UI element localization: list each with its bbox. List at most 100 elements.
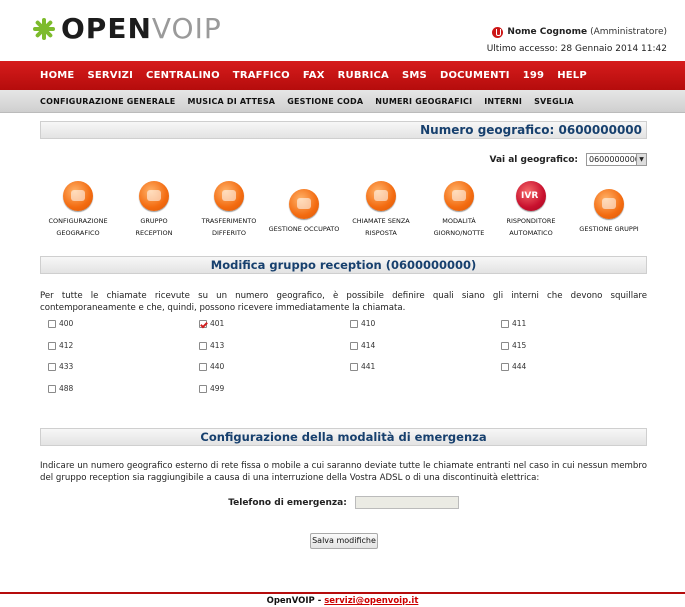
icon-trasferimento-differito[interactable]: TRASFERIMENTO DIFFERITO xyxy=(191,181,267,239)
goto-geo-row: Vai al geografico: 0600000000 ▼ xyxy=(40,153,647,166)
nav-traffico[interactable]: TRAFFICO xyxy=(233,70,290,81)
ext-number: 414 xyxy=(361,341,376,350)
subnav-gestione-coda[interactable]: GESTIONE CODA xyxy=(287,97,363,106)
groups-icon xyxy=(594,189,624,219)
subnav-musica-di-attesa[interactable]: MUSICA DI ATTESA xyxy=(187,97,275,106)
icon-label-line1: CONFIGURAZIONE xyxy=(48,217,108,225)
icon-label-line1: MODALITÀ xyxy=(442,217,476,225)
icon-label-line1: RISPONDITORE xyxy=(506,217,556,225)
ext-number: 400 xyxy=(59,319,74,328)
icon-label-line1: CHIAMATE SENZA xyxy=(352,217,410,225)
nav-help[interactable]: HELP xyxy=(557,70,587,81)
ext-number: 441 xyxy=(361,362,376,371)
nav-centralino[interactable]: CENTRALINO xyxy=(146,70,220,81)
ext-option[interactable]: 413 xyxy=(199,341,224,350)
checkbox[interactable] xyxy=(350,319,358,328)
reception-section-title: Modifica gruppo reception (0600000000) xyxy=(40,256,647,274)
ext-number: 433 xyxy=(59,362,74,371)
nav-home[interactable]: HOME xyxy=(40,70,74,81)
day-night-icon xyxy=(444,181,474,211)
sub-nav: CONFIGURAZIONE GENERALE MUSICA DI ATTESA… xyxy=(0,90,685,113)
nav-sms[interactable]: SMS xyxy=(402,70,427,81)
user-info: Nome Cognome (Amministratore) Ultimo acc… xyxy=(487,24,667,58)
ext-option[interactable]: 499 xyxy=(199,384,224,393)
logout-power-icon[interactable] xyxy=(492,27,504,38)
nav-199[interactable]: 199 xyxy=(523,70,544,81)
icon-chiamate-senza-risposta[interactable]: CHIAMATE SENZA RISPOSTA xyxy=(343,181,419,239)
page-header: OPENVOIP Nome Cognome (Amministratore) U… xyxy=(0,0,685,60)
icon-configurazione-geografico[interactable]: CONFIGURAZIONE GEOGRAFICO xyxy=(40,181,116,239)
checkbox[interactable] xyxy=(48,384,56,393)
subnav-sveglia[interactable]: SVEGLIA xyxy=(534,97,574,106)
openvoip-logo[interactable]: OPENVOIP xyxy=(33,14,222,44)
icon-label-line2: GIORNO/NOTTE xyxy=(433,229,485,237)
emergency-phone-input[interactable] xyxy=(354,496,459,509)
ext-option[interactable]: 488 xyxy=(48,384,73,393)
nav-documenti[interactable]: DOCUMENTI xyxy=(440,70,510,81)
ext-option[interactable]: 400 xyxy=(48,319,73,328)
checkbox[interactable] xyxy=(350,362,358,371)
checkbox[interactable] xyxy=(48,341,56,350)
ext-option[interactable]: 411 xyxy=(501,319,526,328)
checkbox[interactable] xyxy=(350,341,358,350)
ext-option[interactable]: 412 xyxy=(48,341,73,350)
icon-gruppo-reception[interactable]: GRUPPO RECEPTION xyxy=(116,181,192,239)
icon-risponditore-automatico[interactable]: RISPONDITORE AUTOMATICO xyxy=(493,181,569,239)
icon-label-line1: GESTIONE OCCUPATO xyxy=(268,225,340,233)
goto-geo-select[interactable]: 0600000000 ▼ xyxy=(586,153,647,166)
user-name: Nome Cognome xyxy=(507,27,588,37)
nav-servizi[interactable]: SERVIZI xyxy=(87,70,133,81)
ext-option[interactable]: 440 xyxy=(199,362,224,371)
icon-label-line1: TRASFERIMENTO xyxy=(201,217,257,225)
icon-label-line2: GEOGRAFICO xyxy=(56,229,100,237)
checkbox[interactable] xyxy=(199,362,207,371)
feature-icons: CONFIGURAZIONE GEOGRAFICO GRUPPO RECEPTI… xyxy=(40,181,647,241)
ext-number: 401 xyxy=(210,319,225,328)
reception-group-icon xyxy=(139,181,169,211)
ext-number: 410 xyxy=(361,319,376,328)
checkbox[interactable] xyxy=(501,341,509,350)
ext-number: 499 xyxy=(210,384,225,393)
main-nav: HOME SERVIZI CENTRALINO TRAFFICO FAX RUB… xyxy=(0,61,685,90)
checkbox[interactable] xyxy=(199,384,207,393)
ext-option[interactable]: 433 xyxy=(48,362,73,371)
goto-geo-value: 0600000000 xyxy=(589,155,640,164)
checkbox[interactable] xyxy=(48,319,56,328)
icon-label-line1: GRUPPO xyxy=(140,217,168,225)
ext-number: 412 xyxy=(59,341,74,350)
ext-option[interactable]: 410 xyxy=(350,319,375,328)
logo-open-text: OPEN xyxy=(61,12,152,45)
subnav-interni[interactable]: INTERNI xyxy=(484,97,522,106)
ext-option[interactable]: 414 xyxy=(350,341,375,350)
icon-modalita-giorno-notte[interactable]: MODALITÀ GIORNO/NOTTE xyxy=(421,181,497,239)
icon-gestione-occupato[interactable]: GESTIONE OCCUPATO xyxy=(266,189,342,235)
checkbox[interactable] xyxy=(501,319,509,328)
checkbox[interactable] xyxy=(199,341,207,350)
icon-gestione-gruppi[interactable]: GESTIONE GRUPPI xyxy=(571,189,647,235)
ext-option[interactable]: 401 xyxy=(199,319,224,328)
emergency-description: Indicare un numero geografico esterno di… xyxy=(40,461,647,483)
ext-number: 444 xyxy=(512,362,527,371)
nav-rubrica[interactable]: RUBRICA xyxy=(338,70,389,81)
checkbox[interactable] xyxy=(48,362,56,371)
subnav-configurazione-generale[interactable]: CONFIGURAZIONE GENERALE xyxy=(40,97,175,106)
ext-option[interactable]: 444 xyxy=(501,362,526,371)
config-geo-icon xyxy=(63,181,93,211)
subnav-numeri-geografici[interactable]: NUMERI GEOGRAFICI xyxy=(375,97,472,106)
user-role: (Amministratore) xyxy=(590,27,667,37)
icon-label-line2: DIFFERITO xyxy=(211,229,247,237)
checkbox[interactable] xyxy=(501,362,509,371)
checkbox[interactable] xyxy=(199,319,207,328)
footer-brand: OpenVOIP - xyxy=(266,596,325,606)
icon-label-line1: GESTIONE GRUPPI xyxy=(579,225,639,233)
nav-fax[interactable]: FAX xyxy=(303,70,325,81)
missed-call-icon xyxy=(366,181,396,211)
ext-number: 440 xyxy=(210,362,225,371)
footer-email-link[interactable]: servizi@openvoip.it xyxy=(324,596,418,606)
save-button[interactable]: Salva modifiche xyxy=(310,533,378,549)
goto-geo-label: Vai al geografico: xyxy=(489,154,578,165)
ext-option[interactable]: 441 xyxy=(350,362,375,371)
emergency-section-title: Configurazione della modalità di emergen… xyxy=(40,428,647,446)
ext-option[interactable]: 415 xyxy=(501,341,526,350)
icon-label-line2: AUTOMATICO xyxy=(509,229,553,237)
